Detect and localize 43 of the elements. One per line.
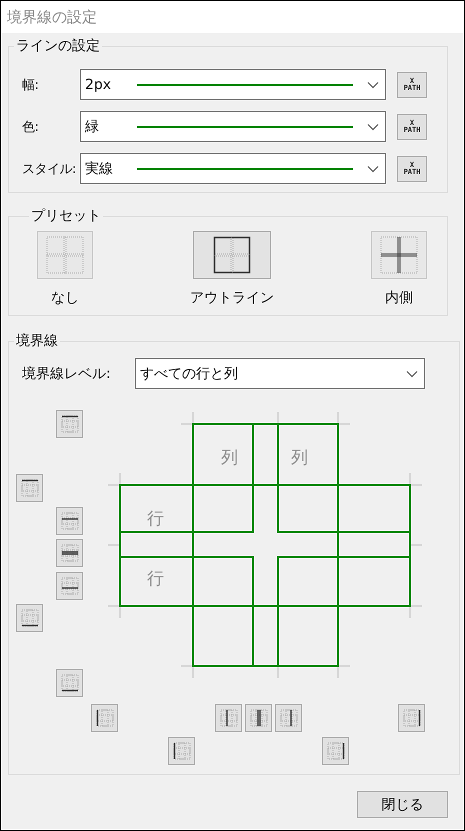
field-label: スタイル:: [22, 160, 77, 178]
group-title: 境界線: [15, 332, 59, 350]
border-toggle-button[interactable]: [56, 669, 83, 697]
preview-label: 列: [221, 448, 238, 468]
preset-label: 内側: [385, 289, 413, 307]
window-title: 境界線の設定: [1, 1, 464, 33]
dropdown-caret-icon: [367, 164, 379, 172]
preview-label: 行: [147, 569, 164, 589]
border-toggle-button[interactable]: [398, 704, 425, 732]
preset-grid-icon: [380, 236, 418, 274]
preset-grid-icon: [213, 236, 251, 274]
preset-button[interactable]: [193, 231, 271, 279]
preview-label: 行: [147, 509, 164, 529]
preset-button[interactable]: [371, 231, 427, 279]
preset-label: なし: [51, 289, 79, 307]
border-toggle-button[interactable]: [168, 737, 195, 765]
dropdown-caret-icon: [367, 122, 379, 130]
group-title: プリセット: [30, 207, 102, 225]
dropdown-caret-icon: [367, 80, 379, 88]
close-button[interactable]: 閉じる: [357, 791, 448, 818]
border-toggle-button[interactable]: [245, 704, 272, 732]
field-label: 幅:: [22, 76, 40, 94]
group-title: ラインの設定: [15, 37, 101, 55]
border-toggle-button[interactable]: [56, 572, 83, 600]
border-toggle-button[interactable]: [275, 704, 302, 732]
dropdown-caret-icon: [406, 370, 418, 378]
line-dropdown[interactable]: 実線: [80, 153, 386, 184]
preset-label: アウトライン: [190, 289, 274, 307]
border-toggle-button[interactable]: [91, 704, 118, 732]
line-dropdown[interactable]: 緑: [80, 111, 386, 142]
field-label: 境界線レベル:: [22, 364, 112, 382]
border-toggle-button[interactable]: [16, 474, 43, 502]
line-dropdown[interactable]: 2px: [80, 69, 386, 100]
border-toggle-button[interactable]: [322, 737, 349, 765]
border-toggle-button[interactable]: [56, 539, 83, 567]
border-toggle-button[interactable]: [16, 604, 43, 632]
border-toggle-button[interactable]: [56, 410, 83, 438]
border-toggle-button[interactable]: [56, 507, 83, 535]
field-label: 色:: [22, 118, 40, 136]
preset-grid-icon: [46, 236, 84, 274]
border-toggle-button[interactable]: [215, 704, 242, 732]
level-dropdown[interactable]: すべての行と列: [135, 358, 425, 389]
preview-label: 列: [291, 448, 308, 468]
